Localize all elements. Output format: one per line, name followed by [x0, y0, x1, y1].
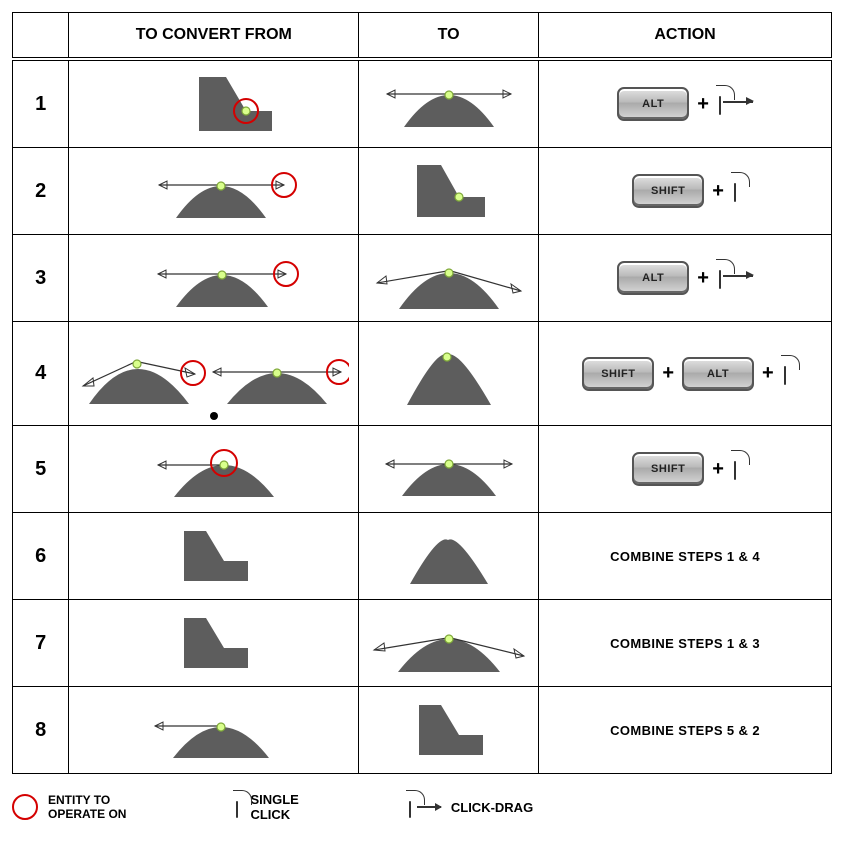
- table-row: 2: [13, 148, 832, 235]
- corner-shape-icon: [154, 69, 274, 139]
- from-cell: [69, 513, 359, 600]
- header-to: TO: [359, 13, 539, 60]
- mouse-icon: [732, 178, 738, 204]
- header-action: ACTION: [539, 13, 832, 60]
- drag-arrow-icon: [723, 275, 753, 276]
- row-number: 3: [13, 235, 69, 322]
- action-cell: ALT +: [539, 235, 832, 322]
- from-cell: [69, 322, 359, 426]
- from-cell: [69, 426, 359, 513]
- header-blank: [13, 13, 69, 60]
- dome-onehandle-icon: [139, 696, 289, 764]
- plus-icon: +: [712, 180, 724, 203]
- peak-shape-icon: [394, 522, 504, 590]
- key-alt: ALT: [617, 261, 689, 295]
- action-cell: COMBINE STEPS 1 & 3: [539, 600, 832, 687]
- table-row: 6 COMBINE STEPS 1 & 4: [13, 513, 832, 600]
- legend: ENTITY TO OPERATE ON SINGLE CLICK CLICK-…: [12, 792, 835, 822]
- plus-icon: +: [697, 93, 709, 116]
- row-number: 1: [13, 59, 69, 148]
- table-row: 8: [13, 687, 832, 774]
- legend-clickdrag-label: CLICK-DRAG: [451, 800, 533, 815]
- key-shift: SHIFT: [582, 357, 654, 391]
- to-cell: [359, 148, 539, 235]
- row-number: 2: [13, 148, 69, 235]
- action-text: COMBINE STEPS 1 & 3: [610, 636, 760, 651]
- from-cell: [69, 148, 359, 235]
- action-cell: SHIFT +: [539, 426, 832, 513]
- action-cell: ALT +: [539, 59, 832, 148]
- action-cell: SHIFT + ALT +: [539, 322, 832, 426]
- key-alt: ALT: [682, 357, 754, 391]
- mouse-icon: [234, 796, 240, 819]
- peak-shape-icon: [389, 335, 509, 413]
- cusp-pair-icon: [79, 328, 349, 420]
- key-alt: ALT: [617, 87, 689, 121]
- plus-icon: +: [662, 362, 674, 385]
- drag-arrow-icon: [723, 101, 753, 102]
- plus-icon: +: [697, 267, 709, 290]
- to-cell: [359, 687, 539, 774]
- action-cell: COMBINE STEPS 1 & 4: [539, 513, 832, 600]
- row-number: 4: [13, 322, 69, 426]
- mouse-icon: [407, 796, 413, 819]
- header-from: TO CONVERT FROM: [69, 13, 359, 60]
- to-cell: [359, 59, 539, 148]
- row-number: 5: [13, 426, 69, 513]
- mouse-icon: [732, 456, 738, 482]
- to-cell: [359, 513, 539, 600]
- table-row: 3: [13, 235, 832, 322]
- key-shift: SHIFT: [632, 452, 704, 486]
- corner-shape-icon: [399, 157, 499, 225]
- to-cell: [359, 235, 539, 322]
- conversion-table: TO CONVERT FROM TO ACTION 1: [12, 12, 832, 774]
- table-row: 7: [13, 600, 832, 687]
- action-cell: COMBINE STEPS 5 & 2: [539, 687, 832, 774]
- to-cell: [359, 600, 539, 687]
- corner-shape-icon: [164, 523, 264, 589]
- dome-smooth-icon: [379, 69, 519, 139]
- entity-circle-icon: [12, 794, 38, 820]
- from-cell: [69, 600, 359, 687]
- corner-shape-icon: [164, 610, 264, 676]
- dome-anchor-icon: [134, 433, 294, 505]
- dome-broken-icon: [364, 606, 534, 680]
- from-cell: [69, 687, 359, 774]
- plus-icon: +: [762, 362, 774, 385]
- mouse-icon: [782, 361, 788, 387]
- action-text: COMBINE STEPS 1 & 4: [610, 549, 760, 564]
- corner-shape-icon: [399, 697, 499, 763]
- row-number: 7: [13, 600, 69, 687]
- dome-handle-icon: [124, 156, 304, 226]
- legend-entity-label: ENTITY TO OPERATE ON: [48, 793, 126, 822]
- row-number: 6: [13, 513, 69, 600]
- plus-icon: +: [712, 458, 724, 481]
- to-cell: [359, 322, 539, 426]
- table-row: 1: [13, 59, 832, 148]
- drag-arrow-icon: [417, 806, 441, 807]
- to-cell: [359, 426, 539, 513]
- table-row: 5: [13, 426, 832, 513]
- mouse-icon: [717, 265, 723, 291]
- dome-handle-icon: [124, 241, 304, 315]
- key-shift: SHIFT: [632, 174, 704, 208]
- mouse-icon: [717, 91, 723, 117]
- dome-smooth-icon: [374, 434, 524, 504]
- from-cell: [69, 59, 359, 148]
- dome-broken-icon: [369, 241, 529, 315]
- table-row: 4: [13, 322, 832, 426]
- from-cell: [69, 235, 359, 322]
- row-number: 8: [13, 687, 69, 774]
- action-cell: SHIFT +: [539, 148, 832, 235]
- legend-singleclick-label: SINGLE CLICK: [250, 792, 298, 822]
- action-text: COMBINE STEPS 5 & 2: [610, 723, 760, 738]
